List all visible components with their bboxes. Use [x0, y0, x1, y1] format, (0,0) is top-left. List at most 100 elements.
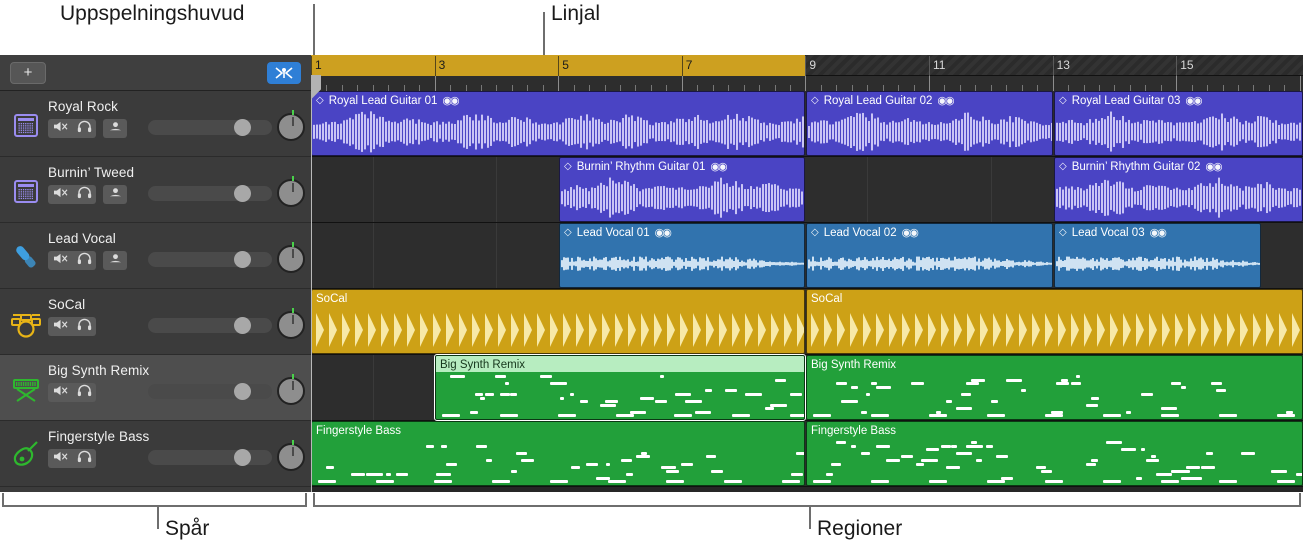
region-header: SoCal — [312, 290, 804, 306]
volume-slider-1[interactable] — [148, 185, 272, 202]
region-waveform — [807, 438, 1302, 485]
volume-slider-2[interactable] — [148, 251, 272, 268]
track-name-label: Lead Vocal — [48, 231, 116, 246]
headphones-icon — [76, 318, 93, 336]
region-burnin-rhythm-guitar-01-3[interactable]: ◇ Burnin’ Rhythm Guitar 01 ◉◉ — [559, 157, 805, 222]
mute-button-1[interactable] — [48, 185, 72, 204]
region-royal-lead-guitar-02-1[interactable]: ◇ Royal Lead Guitar 02 ◉◉ — [806, 91, 1053, 156]
mute-button-3[interactable] — [48, 317, 72, 336]
headphones-button-5[interactable] — [72, 449, 96, 468]
region-waveform — [807, 240, 1052, 287]
pan-indicator — [291, 308, 294, 313]
pan-knob-1[interactable] — [277, 176, 305, 207]
volume-slider-5[interactable] — [148, 449, 272, 466]
track-header-burnin-tweed[interactable]: Burnin’ Tweed — [0, 157, 311, 223]
mute-icon — [52, 120, 69, 138]
headphones-button-4[interactable] — [72, 383, 96, 402]
mute-button-5[interactable] — [48, 449, 72, 468]
guitar-amp-icon — [10, 109, 42, 141]
mute-button-2[interactable] — [48, 251, 72, 270]
ruler[interactable]: 1 3 5 7 9 11 13 15 — [311, 55, 1303, 91]
transpose-icon: ◇ — [1059, 95, 1067, 106]
region-name-label: Lead Vocal 02 — [823, 226, 897, 239]
track-header-lead-vocal[interactable]: Lead Vocal — [0, 223, 311, 289]
region-header: ◇ Royal Lead Guitar 03 ◉◉ — [1055, 92, 1302, 108]
mute-icon — [52, 384, 69, 402]
region-name-label: Royal Lead Guitar 02 — [823, 94, 933, 107]
region-big-synth-remix-10[interactable]: Big Synth Remix — [434, 354, 806, 421]
loop-icon: ◉◉ — [654, 227, 672, 239]
lane-2[interactable]: ◇ Lead Vocal 01 ◉◉ ◇ Lead Vocal 02 ◉◉ ◇ Lead … — [311, 223, 1303, 289]
region-royal-lead-guitar-01-0[interactable]: ◇ Royal Lead Guitar 01 ◉◉ — [311, 91, 805, 156]
region-royal-lead-guitar-03-2[interactable]: ◇ Royal Lead Guitar 03 ◉◉ — [1054, 91, 1303, 156]
lane-1[interactable]: ◇ Burnin’ Rhythm Guitar 01 ◉◉ ◇ Burnin’ Rhy… — [311, 157, 1303, 223]
volume-slider-knob[interactable] — [234, 119, 251, 136]
mute-button-0[interactable] — [48, 119, 72, 138]
region-waveform — [560, 174, 804, 221]
volume-slider-knob[interactable] — [234, 251, 251, 268]
bar-number-1: 1 — [311, 56, 322, 76]
headphones-button-2[interactable] — [72, 251, 96, 270]
keyboard-stand-icon — [10, 373, 42, 405]
lane-5[interactable]: Fingerstyle Bass Fingerstyle Bass — [311, 421, 1303, 487]
pan-knob-3[interactable] — [277, 308, 305, 339]
track-header-socal[interactable]: SoCal — [0, 289, 311, 355]
track-name-label: Fingerstyle Bass — [48, 429, 150, 444]
headphones-icon — [76, 120, 93, 138]
loop-icon: ◉◉ — [1205, 161, 1222, 173]
region-socal-8[interactable]: SoCal — [311, 289, 805, 354]
track-header-fingerstyle-bass[interactable]: Fingerstyle Bass — [0, 421, 311, 487]
transpose-icon: ◇ — [1059, 161, 1067, 172]
headphones-button-3[interactable] — [72, 317, 96, 336]
ruler-beat-ticks — [311, 76, 1303, 91]
volume-slider-knob[interactable] — [234, 317, 251, 334]
region-lead-vocal-03-7[interactable]: ◇ Lead Vocal 03 ◉◉ — [1054, 223, 1261, 288]
pan-knob-2[interactable] — [277, 242, 305, 273]
bar-number-3: 3 — [434, 56, 445, 76]
region-fingerstyle-bass-13[interactable]: Fingerstyle Bass — [806, 421, 1303, 486]
pan-knob-5[interactable] — [277, 440, 305, 471]
volume-slider-3[interactable] — [148, 317, 272, 334]
playhead[interactable] — [311, 75, 321, 492]
volume-slider-0[interactable] — [148, 119, 272, 136]
region-fingerstyle-bass-12[interactable]: Fingerstyle Bass — [311, 421, 805, 486]
region-socal-9[interactable]: SoCal — [806, 289, 1303, 354]
region-lead-vocal-02-6[interactable]: ◇ Lead Vocal 02 ◉◉ — [806, 223, 1053, 288]
record-enable-button-0[interactable] — [103, 119, 127, 138]
pan-indicator — [291, 374, 294, 379]
volume-slider-knob[interactable] — [234, 383, 251, 400]
track-header-royal-rock[interactable]: Royal Rock — [0, 91, 311, 157]
track-name-label: Big Synth Remix — [48, 363, 150, 378]
region-header: Fingerstyle Bass — [312, 422, 804, 438]
pan-knob-0[interactable] — [277, 110, 305, 141]
volume-slider-knob[interactable] — [234, 185, 251, 202]
region-name-label: Fingerstyle Bass — [811, 424, 897, 437]
bracket-tracks — [2, 493, 307, 507]
region-header: SoCal — [807, 290, 1302, 306]
record-enable-button-2[interactable] — [103, 251, 127, 270]
pan-knob-4[interactable] — [277, 374, 305, 405]
region-big-synth-remix-11[interactable]: Big Synth Remix — [806, 355, 1303, 420]
region-lead-vocal-01-5[interactable]: ◇ Lead Vocal 01 ◉◉ — [559, 223, 805, 288]
record-enable-button-1[interactable] — [103, 185, 127, 204]
volume-slider-knob[interactable] — [234, 449, 251, 466]
region-waveform — [1055, 108, 1302, 155]
ruler-bar-strip[interactable]: 1 3 5 7 9 11 13 15 — [311, 55, 1303, 76]
lane-3[interactable]: SoCal SoCal — [311, 289, 1303, 355]
lane-0[interactable]: ◇ Royal Lead Guitar 01 ◉◉ ◇ Royal Lead Guit… — [311, 91, 1303, 157]
headphones-button-0[interactable] — [72, 119, 96, 138]
track-header-big-synth-remix[interactable]: Big Synth Remix — [0, 355, 311, 421]
headphones-button-1[interactable] — [72, 185, 96, 204]
add-track-button[interactable]: + — [10, 61, 46, 84]
drum-kit-icon — [10, 307, 42, 339]
region-header: ◇ Lead Vocal 03 ◉◉ — [1055, 224, 1260, 240]
region-burnin-rhythm-guitar-02-4[interactable]: ◇ Burnin’ Rhythm Guitar 02 ◉◉ — [1054, 157, 1303, 222]
lane-4[interactable]: Big Synth Remix Big Synth Remix — [311, 354, 1303, 421]
callout-label-playhead: Uppspelningshuvud — [60, 2, 245, 25]
track-name-label: Royal Rock — [48, 99, 119, 114]
region-header: ◇ Royal Lead Guitar 02 ◉◉ — [807, 92, 1052, 108]
mute-button-4[interactable] — [48, 383, 72, 402]
region-name-label: Fingerstyle Bass — [316, 424, 402, 437]
fade-tool-icon[interactable] — [267, 61, 301, 84]
volume-slider-4[interactable] — [148, 383, 272, 400]
